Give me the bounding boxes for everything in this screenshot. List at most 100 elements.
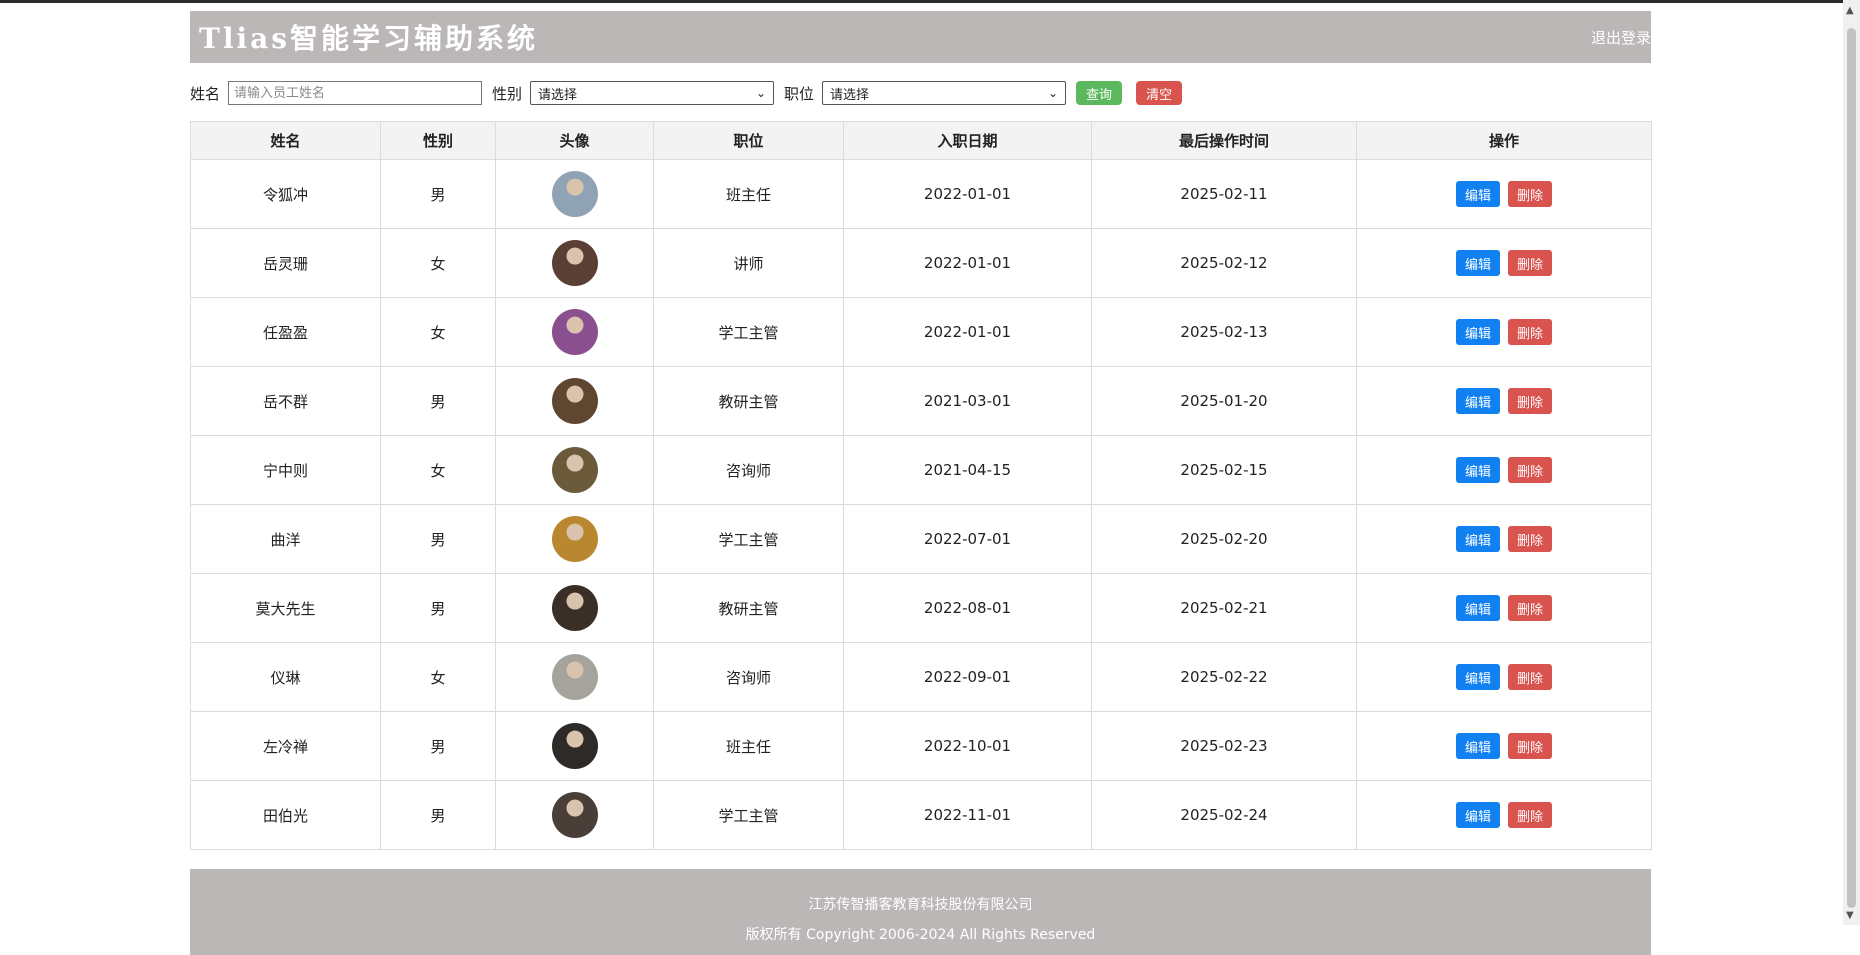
avatar bbox=[551, 240, 598, 286]
table-header-row: 姓名 性别 头像 职位 入职日期 最后操作时间 操作 bbox=[190, 121, 1652, 160]
cell-actions: 编辑 删除 bbox=[1356, 642, 1652, 712]
edit-button[interactable]: 编辑 bbox=[1455, 388, 1500, 414]
cell-update-time: 2025-02-23 bbox=[1091, 711, 1357, 781]
cell-actions: 编辑 删除 bbox=[1356, 573, 1652, 643]
delete-button[interactable]: 删除 bbox=[1508, 388, 1553, 414]
delete-button[interactable]: 删除 bbox=[1508, 802, 1553, 828]
gender-select[interactable]: 请选择 ⌄ bbox=[530, 81, 775, 105]
table-body: 令狐冲男班主任 2022-01-01 2025-02-11 编辑 删除 岳灵珊女讲师 202… bbox=[190, 159, 1652, 850]
delete-button[interactable]: 删除 bbox=[1508, 181, 1553, 207]
cell-job: 学工主管 bbox=[653, 297, 844, 367]
edit-button[interactable]: 编辑 bbox=[1455, 526, 1500, 552]
delete-button[interactable]: 删除 bbox=[1508, 457, 1553, 483]
avatar bbox=[551, 378, 598, 424]
cell-entry-date: 2021-04-15 bbox=[843, 435, 1092, 505]
delete-button[interactable]: 删除 bbox=[1508, 595, 1553, 621]
edit-button[interactable]: 编辑 bbox=[1455, 595, 1500, 621]
edit-button[interactable]: 编辑 bbox=[1455, 802, 1500, 828]
edit-button[interactable]: 编辑 bbox=[1455, 250, 1500, 276]
edit-button[interactable]: 编辑 bbox=[1455, 733, 1500, 759]
cell-avatar bbox=[495, 711, 654, 781]
row-actions: 编辑 删除 bbox=[1358, 388, 1650, 414]
cell-avatar bbox=[495, 573, 654, 643]
cell-name: 岳灵珊 bbox=[190, 228, 381, 298]
cell-job: 班主任 bbox=[653, 159, 844, 229]
row-actions: 编辑 删除 bbox=[1358, 250, 1650, 276]
cell-actions: 编辑 删除 bbox=[1356, 711, 1652, 781]
cell-avatar bbox=[495, 228, 654, 298]
chevron-down-icon: ⌄ bbox=[1047, 86, 1059, 100]
col-header-avatar: 头像 bbox=[495, 121, 654, 160]
scroll-up-arrow-icon[interactable]: ▲ bbox=[1846, 5, 1854, 16]
cell-actions: 编辑 删除 bbox=[1356, 435, 1652, 505]
avatar bbox=[551, 171, 598, 217]
delete-button[interactable]: 删除 bbox=[1508, 250, 1553, 276]
row-actions: 编辑 删除 bbox=[1358, 802, 1650, 828]
scrollbar-thumb[interactable] bbox=[1847, 28, 1856, 908]
name-input[interactable] bbox=[228, 81, 483, 105]
cell-entry-date: 2022-08-01 bbox=[843, 573, 1092, 643]
table-row: 莫大先生男教研主管 2022-08-01 2025-02-21 编辑 删除 bbox=[190, 573, 1652, 643]
row-actions: 编辑 删除 bbox=[1358, 595, 1650, 621]
cell-name: 仪琳 bbox=[190, 642, 381, 712]
clear-button[interactable]: 清空 bbox=[1136, 81, 1183, 105]
cell-update-time: 2025-02-20 bbox=[1091, 504, 1357, 574]
delete-button[interactable]: 删除 bbox=[1508, 733, 1553, 759]
page-container: Tlias智能学习辅助系统 退出登录 姓名 性别 请选择 ⌄ 职位 请选择 ⌄ … bbox=[190, 11, 1652, 955]
avatar bbox=[551, 585, 598, 631]
row-actions: 编辑 删除 bbox=[1358, 457, 1650, 483]
cell-update-time: 2025-01-20 bbox=[1091, 366, 1357, 436]
row-actions: 编辑 删除 bbox=[1358, 664, 1650, 690]
cell-entry-date: 2022-01-01 bbox=[843, 228, 1092, 298]
cell-avatar bbox=[495, 504, 654, 574]
job-select[interactable]: 请选择 ⌄ bbox=[822, 81, 1067, 105]
edit-button[interactable]: 编辑 bbox=[1455, 664, 1500, 690]
table-row: 岳不群男教研主管 2021-03-01 2025-01-20 编辑 删除 bbox=[190, 366, 1652, 436]
cell-entry-date: 2022-01-01 bbox=[843, 297, 1092, 367]
cell-job: 学工主管 bbox=[653, 780, 844, 850]
cell-gender: 女 bbox=[380, 435, 496, 505]
delete-button[interactable]: 删除 bbox=[1508, 319, 1553, 345]
gender-select-value: 请选择 bbox=[538, 87, 578, 103]
cell-name: 左冷禅 bbox=[190, 711, 381, 781]
cell-update-time: 2025-02-12 bbox=[1091, 228, 1357, 298]
edit-button[interactable]: 编辑 bbox=[1455, 181, 1500, 207]
cell-entry-date: 2022-11-01 bbox=[843, 780, 1092, 850]
table-row: 任盈盈女学工主管 2022-01-01 2025-02-13 编辑 删除 bbox=[190, 297, 1652, 367]
table-row: 令狐冲男班主任 2022-01-01 2025-02-11 编辑 删除 bbox=[190, 159, 1652, 229]
logout-link[interactable]: 退出登录 bbox=[1591, 27, 1651, 48]
scroll-down-arrow-icon[interactable]: ▼ bbox=[1846, 910, 1854, 921]
avatar bbox=[551, 792, 598, 838]
delete-button[interactable]: 删除 bbox=[1508, 664, 1553, 690]
delete-button[interactable]: 删除 bbox=[1508, 526, 1553, 552]
cell-gender: 女 bbox=[380, 228, 496, 298]
vertical-scrollbar[interactable]: ▲ ▼ bbox=[1843, 0, 1860, 925]
job-select-value: 请选择 bbox=[830, 87, 870, 103]
cell-name: 任盈盈 bbox=[190, 297, 381, 367]
cell-job: 咨询师 bbox=[653, 435, 844, 505]
cell-actions: 编辑 删除 bbox=[1356, 504, 1652, 574]
cell-job: 班主任 bbox=[653, 711, 844, 781]
cell-job: 教研主管 bbox=[653, 573, 844, 643]
col-header-actions: 操作 bbox=[1356, 121, 1652, 160]
cell-entry-date: 2022-09-01 bbox=[843, 642, 1092, 712]
cell-update-time: 2025-02-13 bbox=[1091, 297, 1357, 367]
edit-button[interactable]: 编辑 bbox=[1455, 319, 1500, 345]
cell-name: 宁中则 bbox=[190, 435, 381, 505]
edit-button[interactable]: 编辑 bbox=[1455, 457, 1500, 483]
query-button[interactable]: 查询 bbox=[1076, 81, 1123, 105]
cell-avatar bbox=[495, 435, 654, 505]
search-bar: 姓名 性别 请选择 ⌄ 职位 请选择 ⌄ 查询 清空 bbox=[190, 79, 1651, 107]
table-row: 曲洋男学工主管 2022-07-01 2025-02-20 编辑 删除 bbox=[190, 504, 1652, 574]
table-row: 岳灵珊女讲师 2022-01-01 2025-02-12 编辑 删除 bbox=[190, 228, 1652, 298]
gender-label: 性别 bbox=[492, 84, 523, 103]
cell-gender: 男 bbox=[380, 504, 496, 574]
cell-actions: 编辑 删除 bbox=[1356, 366, 1652, 436]
col-header-job: 职位 bbox=[653, 121, 844, 160]
cell-avatar bbox=[495, 159, 654, 229]
cell-gender: 男 bbox=[380, 780, 496, 850]
cell-avatar bbox=[495, 297, 654, 367]
cell-avatar bbox=[495, 366, 654, 436]
cell-name: 莫大先生 bbox=[190, 573, 381, 643]
footer-company: 江苏传智播客教育科技股份有限公司 bbox=[808, 897, 1033, 913]
